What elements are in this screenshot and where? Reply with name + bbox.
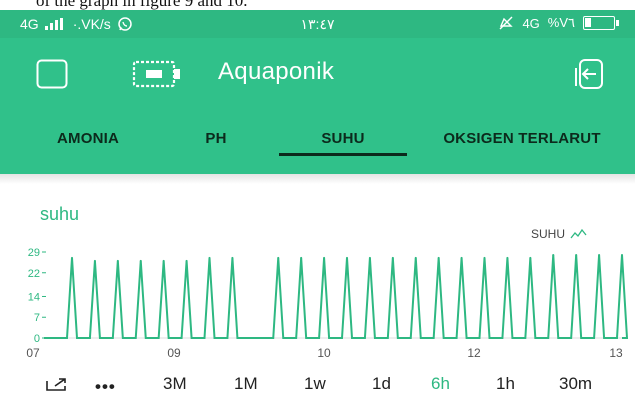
- suhu-data-point: [552, 253, 555, 256]
- battery-percent: %V٦: [547, 15, 575, 30]
- suhu-data-point: [414, 256, 417, 259]
- x-tick-label: 12: [467, 346, 481, 360]
- suhu-data-point: [139, 259, 142, 262]
- temperature-chart[interactable]: 29 22 14 7 007 09 10 12 13: [0, 236, 635, 362]
- suhu-data-point: [185, 259, 188, 262]
- tab-oksigen-terlarut[interactable]: OKSIGEN TERLARUT: [424, 130, 620, 147]
- y-tick-label: 0: [34, 333, 40, 345]
- tab-amonia[interactable]: AMONIA: [38, 130, 138, 147]
- app-bar: Aquaponik: [0, 38, 635, 110]
- suhu-data-point: [437, 256, 440, 259]
- range-1m[interactable]: 1M: [234, 374, 258, 394]
- x-tick-label: 10: [317, 346, 331, 360]
- range-1d[interactable]: 1d: [372, 374, 391, 394]
- suhu-data-point: [529, 256, 532, 259]
- suhu-data-point: [93, 259, 96, 262]
- suhu-data-point: [277, 256, 280, 259]
- range-1w[interactable]: 1w: [304, 374, 326, 394]
- range-6h[interactable]: 6h: [431, 374, 450, 394]
- expand-icon[interactable]: [45, 378, 69, 392]
- chart-title: suhu: [40, 204, 80, 224]
- suhu-data-point: [208, 256, 211, 259]
- suhu-data-point: [483, 256, 486, 259]
- suhu-data-point: [323, 256, 326, 259]
- device-icon[interactable]: [132, 60, 182, 88]
- suhu-data-point: [598, 253, 601, 256]
- exit-icon[interactable]: [572, 58, 606, 90]
- mute-icon: [499, 16, 514, 30]
- y-tick-label: 22: [28, 268, 40, 280]
- battery-tip: [616, 20, 619, 26]
- app-title: Aquaponik: [218, 58, 335, 85]
- battery-icon: [583, 16, 615, 30]
- range-30m[interactable]: 30m: [559, 374, 592, 394]
- x-tick-label: 09: [167, 346, 181, 360]
- suhu-data-point: [391, 256, 394, 259]
- suhu-data-point: [460, 256, 463, 259]
- square-menu-icon[interactable]: [36, 59, 68, 89]
- x-tick-label: 13: [609, 346, 623, 360]
- network-label-right: 4G: [522, 15, 540, 31]
- status-bar: 4G ·.VK/s ١٣:٤٧ 4G %V٦: [0, 10, 635, 38]
- tab-ph[interactable]: PH: [176, 130, 256, 147]
- y-tick-label: 7: [34, 312, 40, 324]
- suhu-data-point: [346, 256, 348, 259]
- suhu-data-point: [231, 256, 234, 259]
- time-range-bar: ••• 3M 1M 1w 1d 6h 1h 30m: [0, 372, 635, 396]
- tab-suhu[interactable]: SUHU: [279, 130, 407, 147]
- suhu-data-point: [575, 253, 578, 256]
- suhu-data-point: [506, 256, 509, 259]
- x-tick-label: 07: [26, 346, 40, 360]
- more-options-icon[interactable]: •••: [95, 377, 116, 396]
- active-tab-indicator: [279, 153, 407, 156]
- caption-fragment: of the graph in figure 9 and 10.: [0, 0, 635, 10]
- suhu-series-line: [44, 254, 629, 339]
- suhu-data-point: [300, 256, 303, 259]
- y-tick-label: 29: [28, 247, 40, 259]
- suhu-data-point: [368, 256, 371, 259]
- suhu-data-point: [71, 256, 73, 259]
- range-3m[interactable]: 3M: [163, 374, 187, 394]
- suhu-data-point: [162, 259, 165, 262]
- tab-bar: AMONIA PH SUHU OKSIGEN TERLARUT: [0, 110, 635, 174]
- tab-bar-shadow: [0, 174, 635, 184]
- range-1h[interactable]: 1h: [496, 374, 515, 394]
- y-tick-label: 14: [28, 291, 40, 303]
- suhu-data-point: [116, 259, 119, 262]
- suhu-data-point: [621, 253, 623, 256]
